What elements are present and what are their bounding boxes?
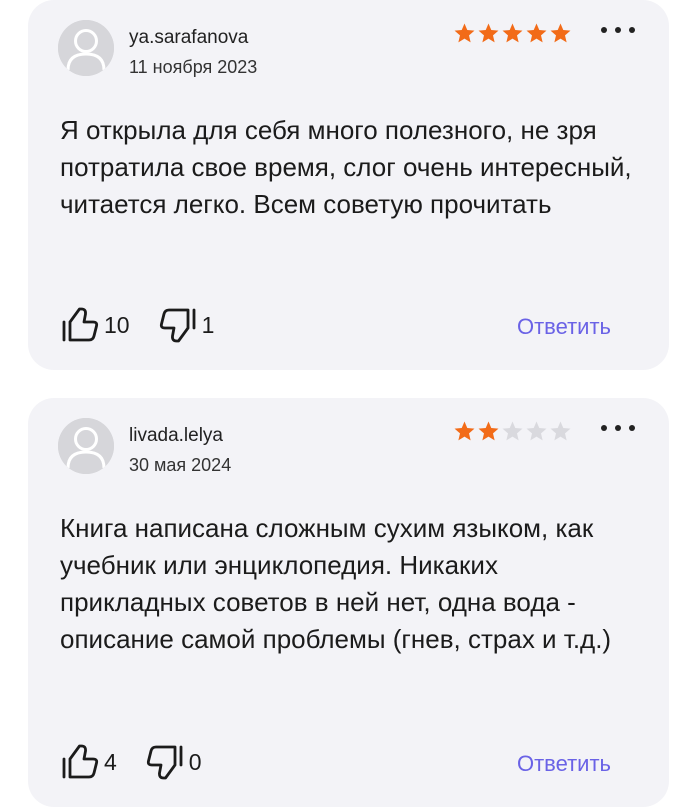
- star-empty-icon: [550, 421, 571, 441]
- reply-button[interactable]: Ответить: [517, 751, 611, 777]
- like-button[interactable]: 10: [60, 305, 130, 345]
- dislike-button[interactable]: 0: [145, 742, 202, 782]
- review-card: ya.sarafanova 11 ноября 2023 Я открыла д…: [28, 0, 669, 370]
- thumbs-up-icon: [62, 307, 99, 342]
- reactions-bar: 4 0: [60, 742, 230, 782]
- user-avatar-icon[interactable]: [58, 20, 114, 76]
- review-text: Книга написана сложным сухим языком, как…: [60, 513, 612, 654]
- like-count: 10: [104, 311, 130, 338]
- thumbs-up-icon: [62, 744, 99, 779]
- thumbs-down-icon: [146, 745, 183, 780]
- star-empty-icon: [502, 421, 523, 441]
- dislike-count: 1: [201, 311, 215, 338]
- star-filled-icon: [502, 23, 523, 43]
- star-filled-icon: [550, 23, 571, 43]
- thumbs-down-icon: [159, 308, 195, 343]
- review-text: Я открыла для себя много полезного, не з…: [60, 115, 632, 219]
- review-date: 30 мая 2024: [129, 455, 232, 475]
- review-username[interactable]: ya.sarafanova: [129, 27, 248, 49]
- star-filled-icon: [454, 23, 475, 43]
- like-button[interactable]: 4: [60, 742, 117, 782]
- dislike-count: 0: [188, 748, 202, 775]
- user-avatar-icon[interactable]: [58, 418, 114, 474]
- reply-button[interactable]: Ответить: [517, 314, 611, 340]
- like-count: 4: [104, 748, 117, 775]
- more-dots-icon[interactable]: [601, 416, 635, 440]
- more-dots-icon[interactable]: [601, 18, 635, 42]
- star-filled-icon: [526, 23, 547, 43]
- review-card: livada.lelya 30 мая 2024 Книга написана …: [28, 398, 669, 807]
- dislike-button[interactable]: 1: [158, 305, 215, 345]
- star-filled-icon: [454, 421, 475, 441]
- reactions-bar: 10 1: [60, 305, 242, 345]
- star-filled-icon: [478, 23, 499, 43]
- star-filled-icon: [478, 421, 499, 441]
- review-username[interactable]: livada.lelya: [129, 425, 223, 447]
- rating-stars: [453, 420, 572, 443]
- star-empty-icon: [526, 421, 547, 441]
- review-date: 11 ноября 2023: [129, 57, 258, 77]
- rating-stars: [453, 22, 572, 45]
